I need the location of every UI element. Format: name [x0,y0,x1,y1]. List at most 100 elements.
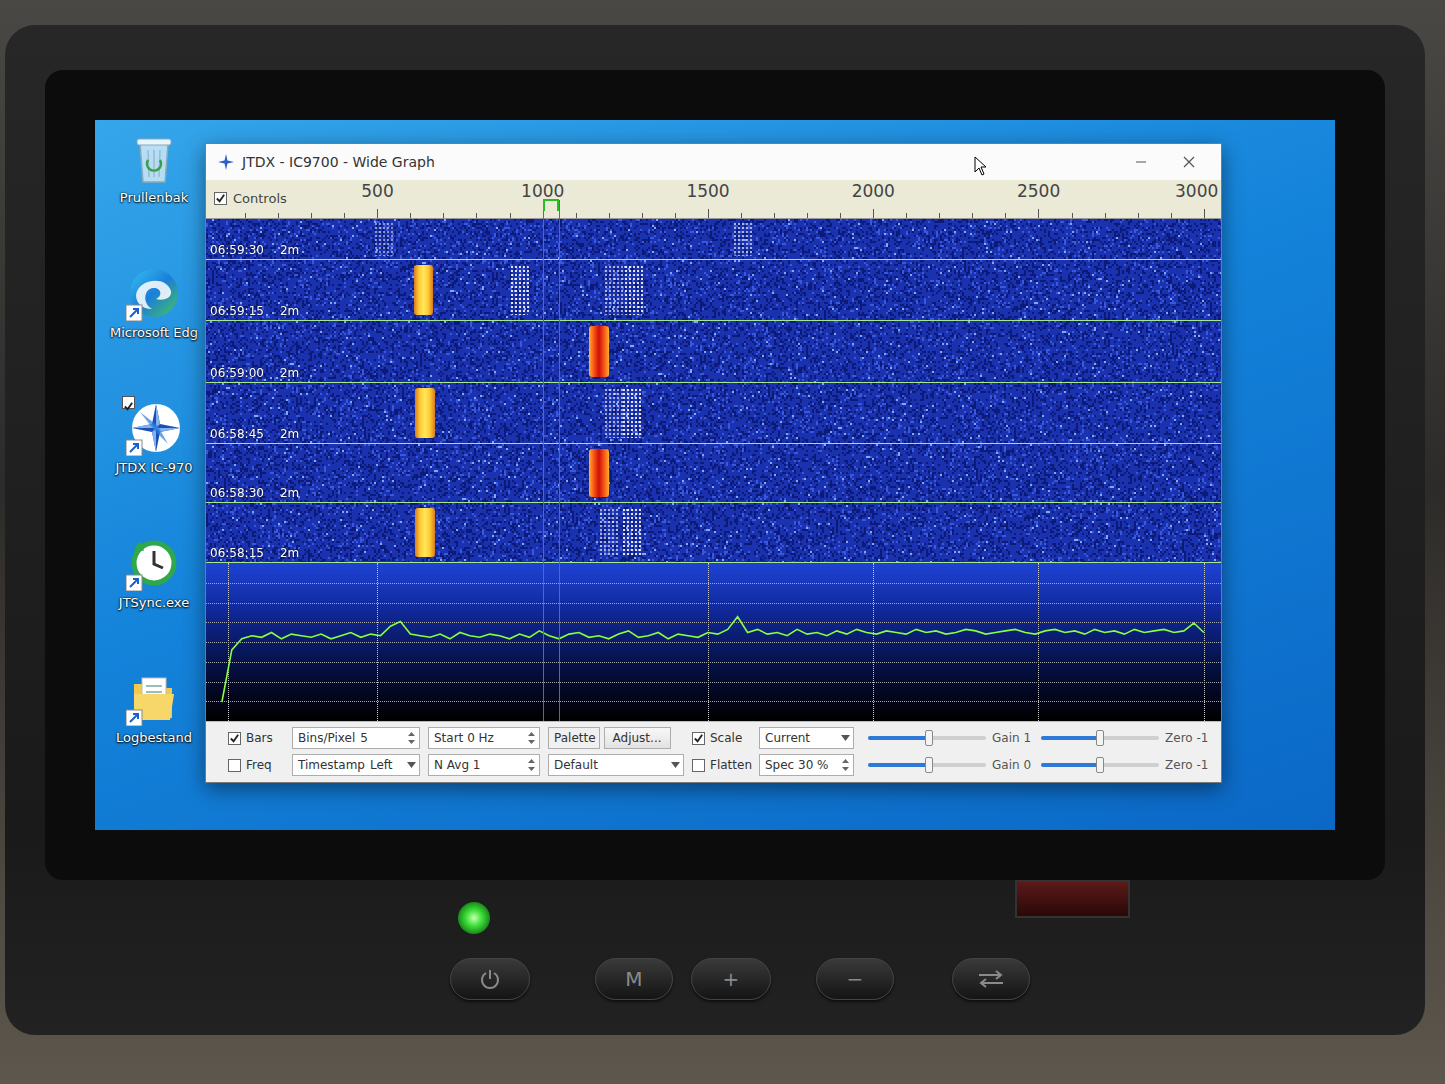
frequency-axis[interactable]: 50010001500200025003000Controls [206,180,1221,219]
waterfall-row[interactable]: 06:59:302m [206,219,1221,260]
button-label[interactable]: + [723,967,740,991]
desktop-icon-image[interactable] [126,535,182,591]
flatten-checkbox[interactable] [692,759,705,772]
waterfall-row[interactable]: 06:58:452m [206,383,1221,444]
flatten-option[interactable]: Flatten [692,754,754,776]
slider-handle[interactable] [1096,757,1104,773]
spectrum[interactable] [206,563,1221,721]
dropdown-arrow-icon[interactable] [841,735,850,741]
desktop-icon[interactable]: Logbestand [103,670,205,805]
minimize-button[interactable] [1121,156,1161,168]
spin-arrows-icon[interactable] [841,757,850,773]
dropdown-arrow-icon[interactable] [671,762,680,768]
scale-combo[interactable]: Current [759,727,854,749]
minimize-icon[interactable] [1135,156,1147,168]
desktop-icon-image[interactable] [126,670,182,726]
dropdown-arrow-icon[interactable] [407,762,416,768]
timestamp-value[interactable]: Left [370,758,393,772]
start-spinbox[interactable]: Start 0 Hz [428,727,540,749]
slider-handle[interactable] [925,730,933,746]
desktop-icon[interactable]: Microsoft Edg [103,265,205,400]
slider-track[interactable] [868,736,986,740]
slider-track[interactable] [1041,736,1159,740]
signal[interactable] [589,449,609,498]
bars-label[interactable]: Bars [246,731,273,745]
signal[interactable] [604,265,624,315]
desktop-icon-image[interactable] [126,130,182,186]
bars-option[interactable]: Bars [228,727,284,749]
controls-toggle[interactable]: Controls [214,191,287,206]
spin-arrows-icon[interactable] [407,730,416,746]
slider-handle[interactable] [925,757,933,773]
desktop-icon-image[interactable] [126,400,182,456]
bins-per-pixel-value[interactable]: 5 [360,731,368,745]
bins-per-pixel-spinbox[interactable]: Bins/Pixel5 [292,727,420,749]
monitor-button[interactable] [450,958,530,1000]
controls-checkbox[interactable] [214,192,227,205]
signal[interactable] [733,222,753,256]
edge-icon[interactable] [126,265,182,321]
desktop-icon-label[interactable]: JTDX IC-970 [115,460,192,475]
n-avg-spinbox[interactable]: N Avg 1 [428,754,540,776]
button-label[interactable]: M [625,967,642,991]
signal[interactable] [414,265,434,315]
selection-checkbox[interactable] [122,396,135,409]
bars-checkbox[interactable] [228,732,241,745]
waterfall-row[interactable]: 06:58:152m [206,503,1221,563]
power-icon[interactable] [479,968,501,990]
freq-checkbox[interactable] [228,759,241,772]
signal[interactable] [510,265,530,315]
folder-icon[interactable] [126,670,182,726]
signal[interactable] [624,265,644,315]
spectrum-chart[interactable] [206,563,1221,721]
desktop-icon[interactable]: JTSync.exe [103,535,205,670]
desktop-icon-label[interactable]: JTSync.exe [119,595,189,610]
adjust-button[interactable]: Adjust... [604,727,671,749]
slider-handle[interactable] [1096,730,1104,746]
monitor-button[interactable]: + [691,958,771,1000]
monitor-button[interactable] [952,958,1030,1000]
desktop-icon-image[interactable] [126,265,182,321]
spin-arrows-icon[interactable] [527,757,536,773]
desktop-icon[interactable]: Prullenbak [103,130,205,265]
scale-checkbox[interactable] [692,732,705,745]
slider-track[interactable] [1041,763,1159,767]
flatten-label[interactable]: Flatten [710,758,752,772]
monitor-button[interactable]: − [816,958,894,1000]
swap-icon[interactable] [976,969,1006,989]
freq-option[interactable]: Freq [228,754,284,776]
timestamp-combo[interactable]: TimestampLeft [292,754,420,776]
marker-line[interactable] [543,200,544,721]
desktop-icon-label[interactable]: Prullenbak [120,190,188,205]
desktop-icon-label[interactable]: Logbestand [116,730,192,745]
spec-spinbox[interactable]: Spec 30 % [759,754,854,776]
desktop-icon-label[interactable]: Microsoft Edg [110,325,198,340]
signal[interactable] [599,508,619,558]
spec-value[interactable]: Spec 30 % [765,758,829,772]
monitor-button[interactable]: M [595,958,673,1000]
bin-icon[interactable] [126,130,182,186]
waterfall-row[interactable]: 06:58:302m [206,444,1221,503]
spin-arrows-icon[interactable] [527,730,536,746]
freq-label[interactable]: Freq [246,758,272,772]
scale-value[interactable]: Current [765,731,810,745]
signal[interactable] [415,508,435,558]
desktop-icon[interactable]: JTDX IC-970 [103,400,205,535]
signal[interactable] [415,388,435,438]
signal[interactable] [622,388,642,438]
signal[interactable] [374,222,394,256]
scale-option[interactable]: Scale [692,727,754,749]
waterfall[interactable]: 06:59:302m06:59:152m06:59:002m06:58:452m… [206,219,1221,563]
palette-combo[interactable]: Default [548,754,684,776]
tx-marker[interactable] [543,199,560,211]
n-avg-value[interactable]: N Avg 1 [434,758,480,772]
marker-line[interactable] [559,200,560,721]
clock-icon[interactable] [126,535,182,591]
palette-value[interactable]: Default [554,758,598,772]
close-icon[interactable] [1183,156,1195,168]
close-button[interactable] [1169,156,1209,168]
title-bar[interactable]: JTDX - IC9700 - Wide Graph [206,144,1221,180]
slider-track[interactable] [868,763,986,767]
signal[interactable] [604,388,624,438]
start-value[interactable]: Start 0 Hz [434,731,494,745]
